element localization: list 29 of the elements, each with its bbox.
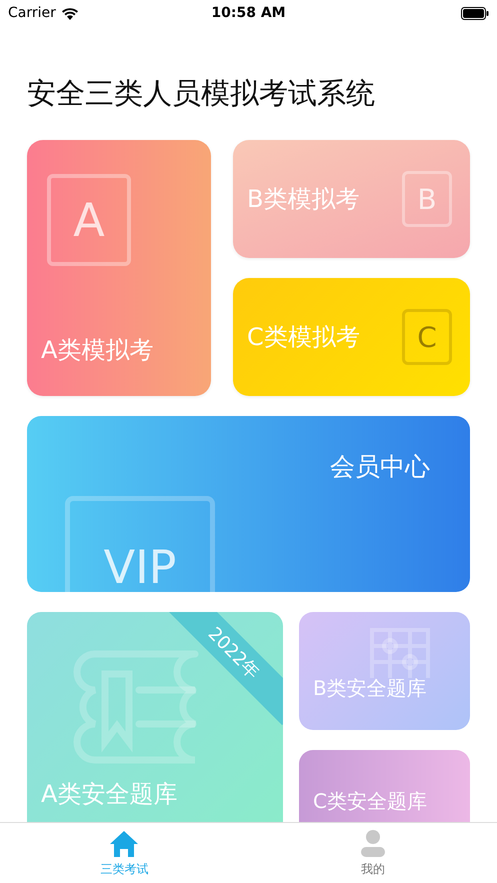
card-label: B类安全题库	[313, 675, 427, 702]
tab-label: 三类考试	[100, 860, 148, 878]
notebook-icon: A	[47, 174, 131, 266]
home-icon	[109, 828, 140, 858]
card-label: A类安全题库	[41, 779, 178, 810]
battery-icon	[461, 6, 489, 20]
question-bank-card[interactable]: C类安全题库	[299, 750, 470, 822]
card-label: B类模拟考	[247, 184, 360, 215]
carrier-label: Carrier	[8, 5, 56, 21]
grid-icon	[370, 626, 430, 678]
banner-label: 会员中心	[330, 451, 430, 483]
person-icon	[360, 828, 386, 858]
tab-label: 我的	[360, 860, 385, 878]
card-label: A类模拟考	[41, 335, 154, 366]
app-title: 安全三类人员模拟考试系统	[27, 75, 376, 112]
question-bank-card[interactable]: B类安全题库	[299, 612, 470, 730]
tab-item[interactable]: 我的	[248, 823, 497, 883]
exam-card[interactable]: C类模拟考 C	[233, 278, 470, 396]
exam-card[interactable]: A A类模拟考	[27, 140, 211, 396]
notebook-icon: C	[402, 309, 452, 365]
card-label: C类安全题库	[313, 788, 427, 815]
clock-time: 10:58 AM	[211, 5, 286, 21]
card-label: C类模拟考	[247, 322, 360, 353]
exam-card[interactable]: B类模拟考 B	[233, 140, 470, 258]
tab-item[interactable]: 三类考试	[0, 823, 248, 883]
wifi-icon	[60, 6, 79, 20]
vip-banner[interactable]: VIP 会员中心	[27, 416, 470, 592]
notebook-icon: B	[402, 171, 452, 227]
book-icon	[73, 650, 199, 764]
